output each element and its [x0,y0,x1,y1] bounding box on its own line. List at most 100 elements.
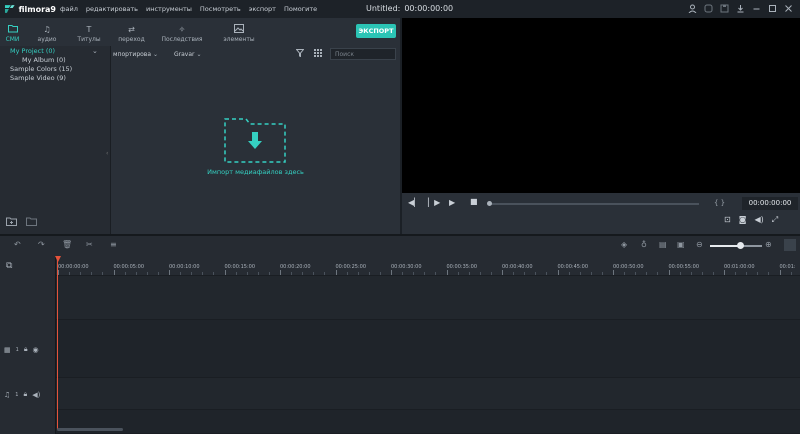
player-timecode: 00:00:00:00 [742,197,798,210]
ruler-minor-tick [191,272,193,275]
ruler-minor-tick [291,272,293,275]
playback-scrubber[interactable] [489,203,699,205]
timeline-scrollbar[interactable] [57,428,123,431]
tree-item-sample-video[interactable]: Sample Video (9) [10,74,66,82]
tab-transitions[interactable]: ⇄ переход [109,18,154,46]
titlebar-icons [687,3,794,14]
ruler-minor-tick [635,272,637,275]
import-folder-icon[interactable] [224,118,286,163]
tree-item-my-project[interactable]: My Project (0) [10,47,55,55]
audio-track[interactable] [56,378,800,410]
playhead[interactable] [57,260,58,430]
chevron-down-icon: ⌄ [196,51,202,58]
save-icon[interactable] [719,3,730,14]
export-button[interactable]: ЭКСПОРТ [356,24,396,38]
volume-icon[interactable]: ◀) [754,215,763,225]
ruler-minor-tick [690,272,692,275]
speaker-icon[interactable]: ◀) [32,391,40,399]
menu-tools[interactable]: инструменты [146,5,192,13]
ruler-minor-tick [268,272,270,275]
add-track-icon[interactable]: ⧉ [6,261,12,271]
ruler-minor-tick [568,272,570,275]
mark-in-out[interactable]: { } [714,199,725,207]
media-area: мпортирова⌄ Gravar⌄ Импорт медиафайлов з… [111,46,400,234]
play-icon[interactable]: ▶ [449,198,455,207]
close-icon[interactable] [783,3,794,14]
tab-label: Последствия [161,35,203,43]
render-preview-icon[interactable]: ⊡ [724,215,731,225]
ruler-time-label: 00:00:05:00 [113,264,145,270]
text-icon: T [86,24,92,34]
eye-icon[interactable]: ◉ [33,346,39,354]
stop-icon[interactable]: ■ [470,197,478,206]
tab-titles[interactable]: T Титулы [69,18,109,46]
tab-label: СМИ [5,35,20,43]
tree-item-sample-colors[interactable]: Sample Colors (15) [10,65,72,73]
menu-file[interactable]: файл [60,5,78,13]
window-timecode: 00:00:00:00 [404,4,454,13]
cart-icon[interactable] [703,3,714,14]
menu-view[interactable]: Посмотреть [200,5,241,13]
tab-effects[interactable]: ✧ Последствия [154,18,210,46]
zoom-slider-knob[interactable] [737,242,744,249]
zoom-in-icon[interactable]: ⊕ [765,240,772,249]
voiceover-icon[interactable]: ▣ [677,240,685,249]
search-input[interactable] [330,48,396,60]
microphone-icon[interactable]: ♁ [641,240,647,249]
scrubber-knob[interactable] [487,201,492,206]
lock-icon[interactable]: 🔒︎ [24,345,28,354]
ruler-minor-tick [701,272,703,275]
mixer-icon[interactable]: ▤ [659,240,667,249]
sort-dropdown[interactable]: Gravar ⌄ [174,51,202,58]
tree-item-my-album[interactable]: My Album (0) [22,56,66,64]
menu-edit[interactable]: редактировать [86,5,138,13]
tab-audio[interactable]: ♫ аудио [25,18,69,46]
tab-label: аудио [37,35,57,43]
ruler-minor-tick [402,272,404,275]
timeline-ruler[interactable]: 00:00:00:00 00:00:05:00 00:00:10:00 00:00:1… [56,256,800,276]
lock-icon[interactable]: 🔒︎ [23,390,27,399]
ruler-major-tick [557,270,559,275]
minimize-icon[interactable] [751,3,762,14]
adjust-icon[interactable]: ≡ [110,240,117,249]
collapse-handle-icon[interactable]: ‹ [106,150,108,157]
video-track[interactable] [56,320,800,378]
chevron-down-icon[interactable]: ⌄ [92,47,98,55]
new-folder-icon[interactable] [6,216,18,229]
ruler-minor-tick [202,272,204,275]
ruler-minor-tick [624,272,626,275]
chevron-down-icon: ⌄ [153,51,159,58]
maximize-icon[interactable] [767,3,778,14]
music-note-icon: ♫ [4,390,11,399]
tab-elements[interactable]: элементы [210,18,268,46]
tab-media[interactable]: СМИ [0,18,25,46]
menu-help[interactable]: Помогите [284,5,317,13]
snapshot-icon[interactable]: ◙ [739,215,747,225]
empty-track-row[interactable] [56,410,800,434]
filter-icon[interactable] [295,49,305,59]
delete-icon[interactable]: 🗑 [62,240,72,249]
delete-folder-icon[interactable] [26,216,38,229]
fullscreen-icon[interactable]: ⤢ [772,215,778,225]
ruler-minor-tick [424,272,426,275]
empty-track-row[interactable] [56,276,800,320]
ruler-minor-tick [746,272,748,275]
playhead-handle[interactable] [55,256,61,262]
zoom-out-icon[interactable]: ⊖ [696,240,703,249]
undo-icon[interactable]: ↶ [14,240,21,249]
grid-view-icon[interactable] [314,49,322,59]
prev-frame-icon[interactable]: ◀▏ [408,198,420,207]
menu-export[interactable]: экспорт [249,5,276,13]
track-header-column: ⧉ ▦ 1 🔒︎ ◉ ♫ 1 🔒︎ ◀) [0,256,56,434]
download-icon[interactable] [735,3,746,14]
ruler-minor-tick [524,272,526,275]
user-icon[interactable] [687,3,698,14]
step-play-icon[interactable]: ▏▶ [428,198,440,207]
cut-icon[interactable]: ✂ [86,240,93,249]
ruler-major-tick [502,270,503,275]
import-media-hint[interactable]: Импорт медиафайлов здесь [111,168,400,176]
marker-icon[interactable]: ◈ [621,240,627,249]
import-dropdown[interactable]: мпортирова ⌄ [113,51,158,58]
fit-timeline-button[interactable] [784,239,796,251]
redo-icon[interactable]: ↷ [38,240,45,249]
